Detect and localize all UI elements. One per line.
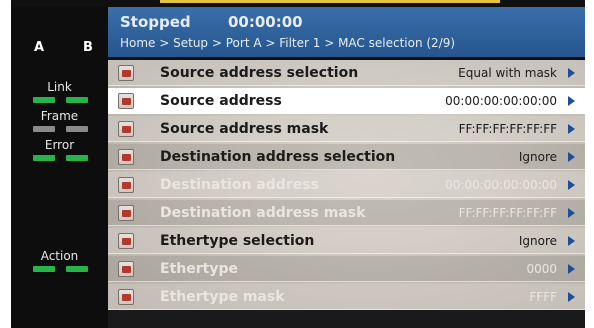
setting-icon [118, 149, 134, 165]
list-item[interactable]: Destination address selection Ignore [108, 144, 585, 170]
action-led-b [66, 266, 88, 272]
list-item[interactable]: Source address selection Equal with mask [108, 60, 585, 86]
chevron-right-icon[interactable] [568, 151, 575, 162]
elapsed-timer: 00:00:00 [228, 13, 303, 31]
setting-icon [118, 177, 134, 193]
list-item-label: Source address mask [160, 120, 329, 137]
setting-icon [118, 261, 134, 277]
list-item-disabled[interactable]: Ethertype 0000 [108, 256, 585, 282]
list-item-value: 00:00:00:00:00:00 [445, 93, 557, 108]
list-item-label: Destination address selection [160, 148, 396, 165]
frame-led-b [66, 126, 88, 132]
list-item-value: 0000 [526, 261, 557, 276]
frame-led-a [33, 126, 55, 132]
setting-icon [118, 289, 134, 305]
link-led-b [66, 97, 88, 103]
breadcrumb: Home > Setup > Port A > Filter 1 > MAC s… [120, 36, 456, 50]
list-item-label: Source address selection [160, 64, 359, 81]
chevron-right-icon[interactable] [568, 95, 575, 106]
list-item[interactable]: Ethertype selection Ignore [108, 228, 585, 254]
list-item-value: FF:FF:FF:FF:FF:FF [458, 121, 557, 136]
status-panel: A B Link Frame Error Action [11, 7, 108, 328]
chevron-right-icon[interactable] [568, 123, 575, 134]
port-a-label: A [34, 40, 45, 55]
list-item-disabled[interactable]: Destination address 00:00:00:00:00:00 [108, 172, 585, 198]
setting-icon [118, 233, 134, 249]
list-item-disabled[interactable]: Ethertype mask FFFF [108, 284, 585, 310]
error-led-b [66, 155, 88, 161]
list-item-value: FFFF [529, 289, 557, 304]
link-label: Link [47, 80, 72, 94]
chevron-right-icon[interactable] [568, 235, 575, 246]
action-label: Action [40, 249, 79, 263]
list-item-label: Ethertype selection [160, 232, 315, 249]
top-accent-bar [160, 0, 500, 3]
list-item-value: Ignore [518, 233, 557, 248]
list-item-selected[interactable]: Source address 00:00:00:00:00:00 [108, 88, 585, 114]
frame-label: Frame [40, 109, 79, 123]
bottom-bar [108, 310, 585, 328]
link-led-a [33, 97, 55, 103]
list-item[interactable]: Source address mask FF:FF:FF:FF:FF:FF [108, 116, 585, 142]
port-b-label: B [83, 40, 93, 55]
setting-icon [118, 121, 134, 137]
list-item-value: 00:00:00:00:00:00 [445, 177, 557, 192]
error-label: Error [44, 138, 75, 152]
chevron-right-icon[interactable] [568, 179, 575, 190]
error-led-a [33, 155, 55, 161]
list-item-value: FF:FF:FF:FF:FF:FF [458, 205, 557, 220]
list-item-value: Ignore [518, 149, 557, 164]
header-bar: Stopped 00:00:00 Home > Setup > Port A >… [108, 7, 585, 57]
chevron-right-icon[interactable] [568, 291, 575, 302]
list-item-label: Destination address mask [160, 204, 366, 221]
list-item-disabled[interactable]: Destination address mask FF:FF:FF:FF:FF:… [108, 200, 585, 226]
list-item-label: Ethertype [160, 260, 238, 277]
list-item-label: Source address [160, 92, 282, 109]
chevron-right-icon[interactable] [568, 67, 575, 78]
list-item-label: Ethertype mask [160, 288, 285, 305]
setting-icon [118, 93, 134, 109]
run-status: Stopped [120, 13, 191, 31]
list-item-label: Destination address [160, 176, 319, 193]
setting-icon [118, 205, 134, 221]
action-led-a [33, 266, 55, 272]
chevron-right-icon[interactable] [568, 263, 575, 274]
setting-icon [118, 65, 134, 81]
list-item-value: Equal with mask [458, 65, 557, 80]
chevron-right-icon[interactable] [568, 207, 575, 218]
settings-list: Source address selection Equal with mask… [108, 60, 585, 310]
